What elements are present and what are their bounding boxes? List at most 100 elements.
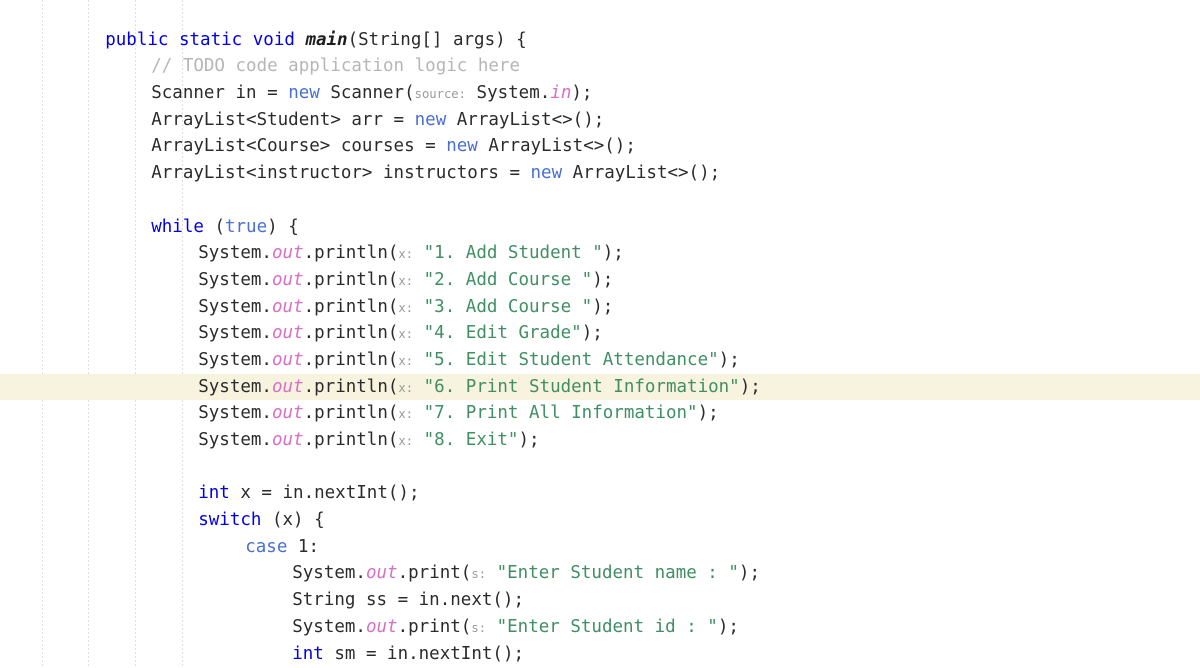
token-string: "2. Add Course " bbox=[413, 269, 593, 290]
token-keyword-while: while bbox=[151, 216, 204, 237]
token-field-out: out bbox=[271, 430, 304, 451]
token-string: "8. Exit" bbox=[413, 430, 519, 451]
token-signature: (String[] args) { bbox=[347, 29, 527, 50]
token-text: 1: bbox=[287, 536, 319, 557]
code-line-19[interactable]: switch (x) { bbox=[0, 480, 1200, 530]
parameter-hint-source: source: bbox=[414, 87, 466, 102]
token-keyword-public: public bbox=[105, 29, 169, 50]
token-text: System. bbox=[198, 269, 272, 290]
token-keyword-int: int bbox=[198, 483, 230, 504]
parameter-hint-x: x: bbox=[398, 407, 414, 422]
token-text: ); bbox=[717, 616, 739, 637]
token-text: System. bbox=[198, 243, 272, 264]
token-keyword-void: void bbox=[252, 29, 295, 50]
token-keyword-case: case bbox=[245, 536, 288, 557]
token-keyword-new: new bbox=[288, 83, 320, 104]
token-field-out: out bbox=[271, 376, 304, 397]
parameter-hint-x: x: bbox=[398, 434, 414, 449]
token-text: System. bbox=[198, 403, 272, 424]
token-text: System. bbox=[292, 563, 366, 584]
token-keyword-new: new bbox=[446, 136, 478, 157]
parameter-hint-x: x: bbox=[398, 380, 414, 395]
token-text: .println( bbox=[303, 403, 399, 424]
token-text: .println( bbox=[303, 269, 399, 290]
token-string: "Enter Student name : " bbox=[486, 563, 739, 584]
code-line-25[interactable]: System.out.print(s: "Enter Student Grade… bbox=[0, 641, 1200, 668]
parameter-hint-x: x: bbox=[398, 353, 414, 368]
token-text: ArrayList<Student> arr = bbox=[151, 109, 415, 130]
code-line-17-blank[interactable] bbox=[0, 427, 1200, 454]
code-editor-pane[interactable]: public static void main(String[] args) {… bbox=[0, 0, 1200, 668]
token-text: ArrayList<>(); bbox=[477, 136, 636, 157]
token-text: String ss = in.next(); bbox=[292, 590, 525, 611]
token-string: "7. Print All Information" bbox=[413, 403, 698, 424]
token-string: "3. Add Course " bbox=[413, 296, 593, 317]
parameter-hint-x: x: bbox=[398, 247, 414, 262]
token-text: System. bbox=[198, 296, 272, 317]
token-text: System. bbox=[198, 430, 272, 451]
token-text: System. bbox=[198, 323, 272, 344]
parameter-hint-x: x: bbox=[398, 273, 414, 288]
token-string: "Enter Student id : " bbox=[486, 616, 718, 637]
code-line-23[interactable]: System.out.print(s: "Enter Student id : … bbox=[0, 587, 1200, 637]
parameter-hint-x: x: bbox=[398, 300, 414, 315]
code-line-8[interactable]: while (true) { bbox=[0, 187, 1200, 237]
token-text: ); bbox=[592, 269, 614, 290]
token-text: ); bbox=[518, 430, 540, 451]
token-text: ); bbox=[602, 243, 624, 264]
parameter-hint-x: x: bbox=[398, 327, 414, 342]
token-keyword-static: static bbox=[178, 29, 243, 50]
token-field-out: out bbox=[271, 269, 304, 290]
token-text: .println( bbox=[303, 243, 399, 264]
token-text: ); bbox=[581, 323, 603, 344]
token-text: (x) { bbox=[261, 510, 325, 531]
token-text: ); bbox=[738, 563, 760, 584]
token-text: ); bbox=[571, 83, 593, 104]
token-string: "6. Print Student Information" bbox=[413, 376, 740, 397]
token-text: Scanner in = bbox=[151, 83, 289, 104]
token-text: ); bbox=[739, 376, 761, 397]
token-text: ArrayList<Course> courses = bbox=[151, 136, 447, 157]
token-text: .println( bbox=[303, 376, 399, 397]
token-text: sm = in.nextInt(); bbox=[323, 643, 525, 664]
token-string: "1. Add Student " bbox=[413, 243, 603, 264]
token-field-out: out bbox=[271, 403, 304, 424]
code-lines-container[interactable]: public static void main(String[] args) {… bbox=[0, 0, 1200, 667]
token-field-out: out bbox=[271, 323, 304, 344]
token-text: .println( bbox=[303, 323, 399, 344]
token-string: "5. Edit Student Attendance" bbox=[413, 349, 719, 370]
token-field-in: in bbox=[550, 83, 572, 104]
token-keyword-int: int bbox=[292, 643, 324, 664]
parameter-hint-s: s: bbox=[471, 620, 487, 635]
token-text: ) { bbox=[267, 216, 299, 237]
token-field-out: out bbox=[271, 243, 304, 264]
token-keyword-true: true bbox=[224, 216, 268, 237]
code-line-20[interactable]: case 1: bbox=[0, 507, 1200, 557]
token-string: "4. Edit Grade" bbox=[413, 323, 582, 344]
token-text: .println( bbox=[303, 430, 399, 451]
token-text: .println( bbox=[303, 349, 399, 370]
token-text: ArrayList<instructor> instructors = bbox=[151, 163, 531, 184]
token-field-out: out bbox=[365, 616, 398, 637]
token-text: System. bbox=[198, 376, 272, 397]
token-field-out: out bbox=[271, 349, 304, 370]
token-text: ( bbox=[203, 216, 225, 237]
token-text: ); bbox=[718, 349, 740, 370]
token-text: ArrayList<>(); bbox=[562, 163, 721, 184]
token-text: ArrayList<>(); bbox=[446, 109, 605, 130]
code-line-18[interactable]: int x = in.nextInt(); bbox=[0, 454, 1200, 503]
token-text: .println( bbox=[303, 296, 399, 317]
parameter-hint-s: s: bbox=[471, 567, 487, 582]
code-line-21[interactable]: System.out.print(s: "Enter Student name … bbox=[0, 534, 1200, 583]
token-text: System. bbox=[198, 349, 272, 370]
token-keyword-new: new bbox=[530, 163, 563, 184]
token-text: .print( bbox=[397, 616, 472, 637]
token-text: .print( bbox=[397, 563, 472, 584]
token-text: System. bbox=[466, 83, 551, 104]
code-line-1[interactable]: public static void main(String[] args) { bbox=[0, 0, 1200, 50]
token-keyword-new: new bbox=[414, 109, 447, 130]
token-text: ); bbox=[697, 403, 719, 424]
